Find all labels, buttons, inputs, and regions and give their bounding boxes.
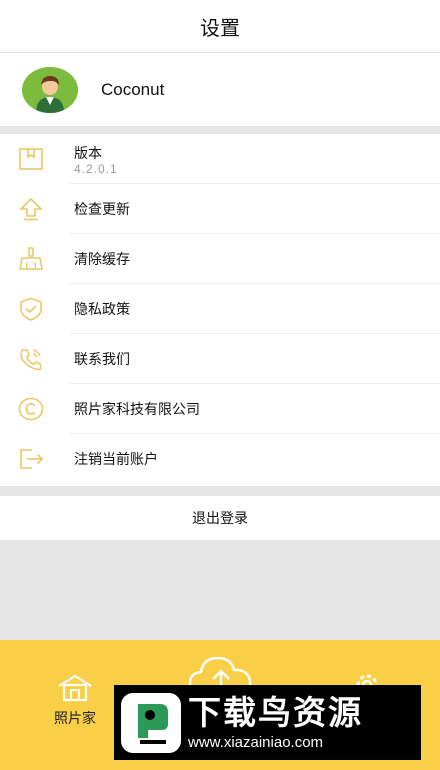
page-title: 设置 (0, 0, 440, 53)
exit-icon (20, 449, 43, 469)
privacy-policy-label: 隐私政策 (74, 302, 130, 318)
update-arrow-icon (20, 198, 42, 221)
company-label: 照片家科技有限公司 (74, 402, 200, 418)
clear-cache-label: 清除缓存 (74, 252, 130, 268)
company-row[interactable]: 照片家科技有限公司 (0, 384, 440, 434)
watermark-banner: 下载鸟资源 www.xiazainiao.com (114, 685, 421, 760)
contact-us-label: 联系我们 (74, 352, 130, 368)
clear-cache-row[interactable]: 清除缓存 (0, 234, 440, 284)
watermark-title: 下载鸟资源 (188, 693, 363, 732)
copyright-icon (18, 397, 44, 421)
version-label: 版本 (74, 146, 102, 162)
settings-menu: 版本 4.2.0.1 检查更新 清除缓存 隐私政策 联系我们 照片家科技有限公司… (0, 134, 440, 486)
deactivate-account-row[interactable]: 注销当前账户 (0, 434, 440, 484)
version-value: 4.2.0.1 (74, 162, 118, 176)
deactivate-account-label: 注销当前账户 (74, 452, 158, 468)
check-update-label: 检查更新 (74, 202, 130, 218)
contact-us-row[interactable]: 联系我们 (0, 334, 440, 384)
book-icon (19, 148, 43, 170)
house-icon (58, 674, 92, 702)
broom-icon (19, 247, 43, 270)
profile-row[interactable]: Coconut (0, 53, 440, 126)
bird-logo-icon (121, 692, 181, 753)
logout-button[interactable]: 退出登录 (0, 496, 440, 540)
privacy-policy-row[interactable]: 隐私政策 (0, 284, 440, 334)
shield-icon (20, 297, 42, 321)
nav-home-tab[interactable]: 照片家 (40, 674, 110, 728)
avatar[interactable] (22, 66, 78, 113)
profile-name: Coconut (101, 79, 165, 99)
user-avatar-icon (22, 66, 78, 113)
version-row: 版本 4.2.0.1 (0, 134, 440, 184)
watermark-url: www.xiazainiao.com (188, 734, 324, 751)
nav-home-label: 照片家 (54, 711, 96, 727)
check-update-row[interactable]: 检查更新 (0, 184, 440, 234)
phone-icon (20, 349, 42, 371)
